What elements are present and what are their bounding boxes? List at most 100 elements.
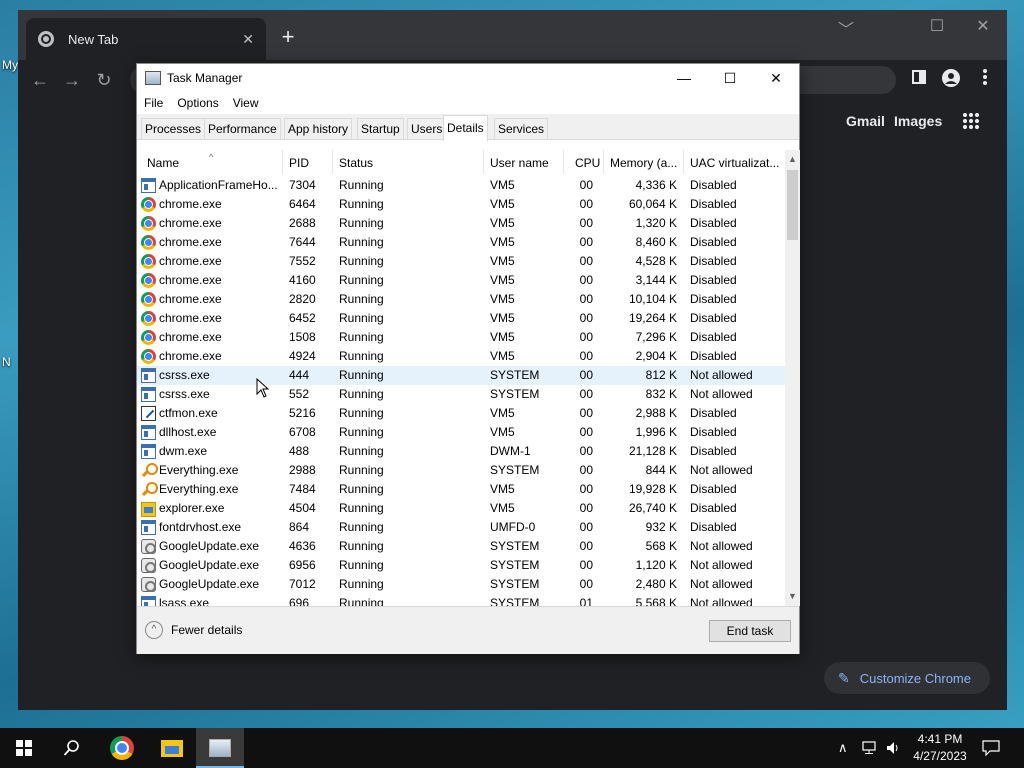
table-row[interactable]: chrome.exe 4160 Running VM5 00 3,144 K Disable… <box>137 271 785 290</box>
taskbar-task-manager[interactable] <box>196 728 244 768</box>
column-uac[interactable]: UAC virtualizat... <box>684 150 785 174</box>
google-apps-icon[interactable] <box>962 112 980 130</box>
customize-chrome-button[interactable]: ✎ Customize Chrome <box>824 662 990 694</box>
uac-cell: Not allowed <box>690 368 753 382</box>
table-row[interactable]: GoogleUpdate.exe 7012 Running SYSTEM 00 2,480… <box>137 575 785 594</box>
menu-kebab-icon[interactable] <box>974 69 996 91</box>
images-link[interactable]: Images <box>894 113 942 129</box>
table-row[interactable]: ctfmon.exe 5216 Running VM5 00 2,988 K Disable… <box>137 404 785 423</box>
close-button[interactable]: ✕ <box>963 16 1003 36</box>
process-name: GoogleUpdate.exe <box>159 539 260 553</box>
forward-icon[interactable]: → <box>60 70 84 91</box>
column-user-name[interactable]: User name <box>484 150 564 174</box>
table-row[interactable]: chrome.exe 7644 Running VM5 00 8,460 K Disable… <box>137 233 785 252</box>
table-row[interactable]: chrome.exe 6452 Running VM5 00 19,264 K Disabl… <box>137 309 785 328</box>
chrome-tab-new-tab[interactable]: New Tab ✕ <box>26 18 266 60</box>
table-row[interactable]: chrome.exe 6464 Running VM5 00 60,064 K Disabl… <box>137 195 785 214</box>
volume-icon[interactable] <box>886 728 900 768</box>
process-name-cell: fontdrvhost.exe <box>141 518 281 537</box>
tab-performance[interactable]: Performance <box>204 118 281 139</box>
scroll-thumb[interactable] <box>787 170 798 240</box>
tab-startup[interactable]: Startup <box>357 118 404 139</box>
tab-services[interactable]: Services <box>494 118 549 139</box>
user-name-cell: VM5 <box>490 197 515 211</box>
table-row[interactable]: chrome.exe 4924 Running VM5 00 2,904 K Disable… <box>137 347 785 366</box>
table-row[interactable]: chrome.exe 1508 Running VM5 00 7,296 K Disable… <box>137 328 785 347</box>
task-manager-titlebar[interactable]: Task Manager — ☐ ✕ <box>137 64 799 92</box>
column-cpu[interactable]: CPU <box>569 150 604 174</box>
user-name-cell: VM5 <box>490 216 515 230</box>
desktop-icon-label[interactable]: N <box>2 355 11 369</box>
profile-icon[interactable] <box>940 69 962 91</box>
memory-cell: 19,264 K <box>628 311 677 325</box>
gmail-link[interactable]: Gmail <box>846 113 885 129</box>
table-row[interactable]: Everything.exe 2988 Running SYSTEM 00 844 K No… <box>137 461 785 480</box>
table-row[interactable]: csrss.exe 444 Running SYSTEM 00 812 K Not allo… <box>137 366 785 385</box>
reload-icon[interactable]: ↻ <box>92 70 116 91</box>
menu-bar: File Options View <box>137 92 799 114</box>
pid-cell: 2988 <box>289 463 316 477</box>
table-row[interactable]: dwm.exe 488 Running DWM-1 00 21,128 K Disabled <box>137 442 785 461</box>
chrome-icon <box>141 216 156 231</box>
tab-app-history[interactable]: App history <box>284 118 353 139</box>
desktop-icon-label[interactable]: My <box>2 58 18 72</box>
menu-view[interactable]: View <box>233 96 259 110</box>
memory-cell: 3,144 K <box>635 273 677 287</box>
process-name: ApplicationFrameHo... <box>159 178 278 192</box>
process-name: chrome.exe <box>159 330 222 344</box>
taskbar-chrome[interactable] <box>98 728 146 768</box>
maximize-button[interactable]: ☐ <box>707 64 753 92</box>
network-icon[interactable] <box>862 728 878 768</box>
end-task-button[interactable]: End task <box>709 620 791 642</box>
table-row[interactable]: explorer.exe 4504 Running VM5 00 26,740 K Disa… <box>137 499 785 518</box>
menu-options[interactable]: Options <box>177 96 218 110</box>
search-icon <box>141 463 158 478</box>
close-tab-icon[interactable]: ✕ <box>242 31 254 48</box>
start-button[interactable] <box>0 728 48 768</box>
tab-users[interactable]: Users <box>407 118 447 139</box>
search-button[interactable] <box>48 728 96 768</box>
scroll-down-icon[interactable]: ▼ <box>785 589 800 604</box>
new-tab-button[interactable]: + <box>276 24 300 50</box>
process-name: chrome.exe <box>159 273 222 287</box>
side-panel-icon[interactable] <box>908 69 930 91</box>
uac-cell: Not allowed <box>690 577 753 591</box>
minimize-button[interactable]: — <box>661 64 707 92</box>
tab-search-icon[interactable]: ﹀ <box>826 16 866 40</box>
fewer-details-button[interactable]: ^ Fewer details <box>145 621 242 639</box>
status-cell: Running <box>339 387 384 401</box>
table-row[interactable]: GoogleUpdate.exe 4636 Running SYSTEM 00 568 K… <box>137 537 785 556</box>
system-clock[interactable]: 4:41 PM 4/27/2023 <box>908 731 972 765</box>
table-row[interactable]: chrome.exe 7552 Running VM5 00 4,528 K Disable… <box>137 252 785 271</box>
column-pid[interactable]: PID <box>283 150 333 174</box>
uac-cell: Disabled <box>690 482 737 496</box>
tab-processes[interactable]: Processes <box>141 118 206 139</box>
column-name[interactable]: ^ Name <box>141 150 283 174</box>
taskbar-file-explorer[interactable] <box>148 728 196 768</box>
table-row[interactable]: chrome.exe 2820 Running VM5 00 10,104 K Disabl… <box>137 290 785 309</box>
table-row[interactable]: Everything.exe 7484 Running VM5 00 19,928 K Di… <box>137 480 785 499</box>
scroll-up-icon[interactable]: ▲ <box>785 152 800 167</box>
back-icon[interactable]: ← <box>28 70 52 91</box>
table-row[interactable]: chrome.exe 2688 Running VM5 00 1,320 K Disable… <box>137 214 785 233</box>
vertical-scrollbar[interactable]: ▲ ▼ <box>785 150 800 606</box>
cpu-cell: 00 <box>579 387 593 401</box>
uac-cell: Disabled <box>690 349 737 363</box>
table-row[interactable]: ApplicationFrameHo... 7304 Running VM5 00 4,3… <box>137 176 785 195</box>
column-memory[interactable]: Memory (a... <box>604 150 684 174</box>
table-row[interactable]: dllhost.exe 6708 Running VM5 00 1,996 K Disabl… <box>137 423 785 442</box>
table-row[interactable]: lsass.exe 696 Running SYSTEM 01 5,568 K Not al… <box>137 594 785 606</box>
tab-details[interactable]: Details <box>443 115 488 141</box>
uac-cell: Not allowed <box>690 596 753 606</box>
close-button[interactable]: ✕ <box>753 64 799 92</box>
table-row[interactable]: GoogleUpdate.exe 6956 Running SYSTEM 00 1,120… <box>137 556 785 575</box>
column-status[interactable]: Status <box>333 150 484 174</box>
maximize-button[interactable]: ☐ <box>917 16 957 36</box>
notification-center-icon[interactable] <box>982 728 1000 768</box>
tab-bar: Processes Performance App history Startu… <box>137 114 799 141</box>
table-row[interactable]: fontdrvhost.exe 864 Running UMFD-0 00 932 K Di… <box>137 518 785 537</box>
tray-overflow-icon[interactable]: ∧ <box>838 728 848 768</box>
table-row[interactable]: csrss.exe 552 Running SYSTEM 00 832 K Not allo… <box>137 385 785 404</box>
taskbar: ∧ 4:41 PM 4/27/2023 <box>0 728 1024 768</box>
menu-file[interactable]: File <box>144 96 163 110</box>
